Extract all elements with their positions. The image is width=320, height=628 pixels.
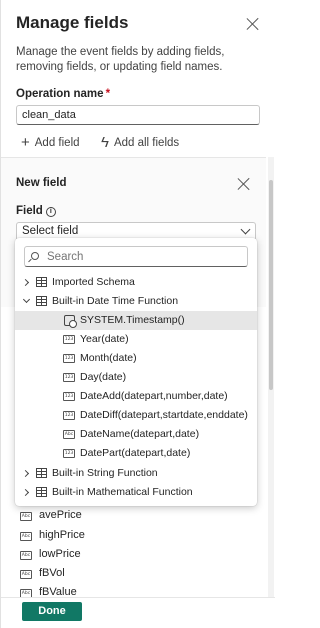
tree-group-label: Built-in Mathematical Function: [52, 486, 193, 498]
tree-item-label: Day(date): [80, 371, 127, 383]
lightning-icon: ϟ: [101, 134, 109, 151]
tree-item-label: DateName(datepart,date): [80, 428, 200, 440]
tree-group-imported-schema[interactable]: Imported Schema: [15, 273, 257, 292]
search-input[interactable]: [24, 246, 248, 267]
scrollbar-thumb[interactable]: [269, 180, 273, 390]
number-type-icon: 123: [63, 411, 75, 420]
tree-item-label: SYSTEM.Timestamp(): [80, 314, 185, 326]
add-all-fields-label: Add all fields: [113, 136, 180, 149]
number-type-icon: 123: [63, 354, 75, 363]
operation-name-label-text: Operation name: [16, 88, 104, 100]
done-button[interactable]: Done: [22, 602, 82, 621]
panel-title: Manage fields: [16, 13, 129, 32]
close-panel-icon[interactable]: [246, 17, 260, 31]
operation-name-input[interactable]: [16, 105, 260, 125]
required-mark: *: [105, 88, 111, 100]
number-type-icon: 123: [63, 449, 75, 458]
number-type-icon: 123: [63, 392, 75, 401]
tree-item-label: Year(date): [80, 333, 129, 345]
text-type-icon: Abc: [20, 570, 32, 579]
text-type-icon: Abc: [63, 430, 75, 439]
tree-item-dateadd[interactable]: 123 DateAdd(datepart,number,date): [15, 387, 257, 406]
new-field-title: New field: [16, 177, 67, 189]
table-icon: [36, 296, 47, 306]
plus-icon: +: [21, 134, 30, 151]
close-new-field-icon[interactable]: [237, 177, 251, 191]
text-type-icon: Abc: [20, 551, 32, 560]
chevron-right-icon[interactable]: [21, 488, 30, 497]
panel-description: Manage the event fields by adding fields…: [16, 46, 225, 73]
tree-group-string[interactable]: Built-in String Function: [15, 464, 257, 483]
chevron-right-icon[interactable]: [21, 278, 30, 287]
add-field-button[interactable]: + Add field: [21, 134, 80, 151]
field-name: fBVol: [39, 567, 65, 579]
field-name: lowPrice: [39, 548, 81, 560]
tree-item-datename[interactable]: Abc DateName(datepart,date): [15, 425, 257, 444]
tree-item-label: DateDiff(datepart,startdate,enddate): [80, 409, 248, 421]
field-label-text: Field: [16, 205, 43, 217]
tree-item-month[interactable]: 123 Month(date): [15, 349, 257, 368]
field-select-value: Select field: [22, 225, 79, 237]
text-type-icon: Abc: [20, 532, 32, 541]
field-name: highPrice: [39, 529, 85, 541]
tree-item-label: Month(date): [80, 352, 137, 364]
tree-group-label: Imported Schema: [52, 276, 135, 288]
tree-item-datepart[interactable]: 123 DatePart(datepart,date): [15, 444, 257, 463]
tree-group-mathematical[interactable]: Built-in Mathematical Function: [15, 483, 257, 502]
tree-group-label: Built-in Date Time Function: [52, 295, 179, 307]
tree-item-system-timestamp[interactable]: SYSTEM.Timestamp(): [15, 311, 257, 330]
table-icon: [36, 277, 47, 287]
calendar-clock-icon: [64, 315, 77, 328]
operation-name-label: Operation name *: [16, 88, 110, 100]
tree-group-label: Built-in String Function: [52, 467, 158, 479]
add-all-fields-button[interactable]: ϟ Add all fields: [101, 134, 180, 151]
chevron-right-icon[interactable]: [21, 469, 30, 478]
field-dropdown-menu: Imported Schema Built-in Date Time Funct…: [15, 238, 257, 506]
table-icon: [36, 487, 47, 497]
number-type-icon: 123: [63, 335, 75, 344]
table-icon: [36, 468, 47, 478]
field-name: avePrice: [39, 509, 82, 521]
add-field-label: Add field: [34, 136, 80, 149]
tree-item-label: DatePart(datepart,date): [80, 447, 191, 459]
info-icon[interactable]: i: [45, 207, 56, 217]
tree-item-year[interactable]: 123 Year(date): [15, 330, 257, 349]
panel-footer: Done: [1, 597, 275, 628]
tree-item-label: DateAdd(datepart,number,date): [80, 390, 228, 402]
field-label: Field i: [16, 205, 56, 217]
tree-item-datediff[interactable]: 123 DateDiff(datepart,startdate,enddate): [15, 406, 257, 425]
manage-fields-panel: Manage fields Manage the event fields by…: [0, 0, 275, 628]
tree-item-day[interactable]: 123 Day(date): [15, 368, 257, 387]
chevron-down-icon: [240, 224, 251, 235]
tree-group-datetime[interactable]: Built-in Date Time Function: [15, 292, 257, 311]
text-type-icon: Abc: [20, 512, 32, 521]
search-icon: [31, 252, 39, 260]
chevron-down-icon[interactable]: [22, 295, 31, 304]
number-type-icon: 123: [63, 373, 75, 382]
